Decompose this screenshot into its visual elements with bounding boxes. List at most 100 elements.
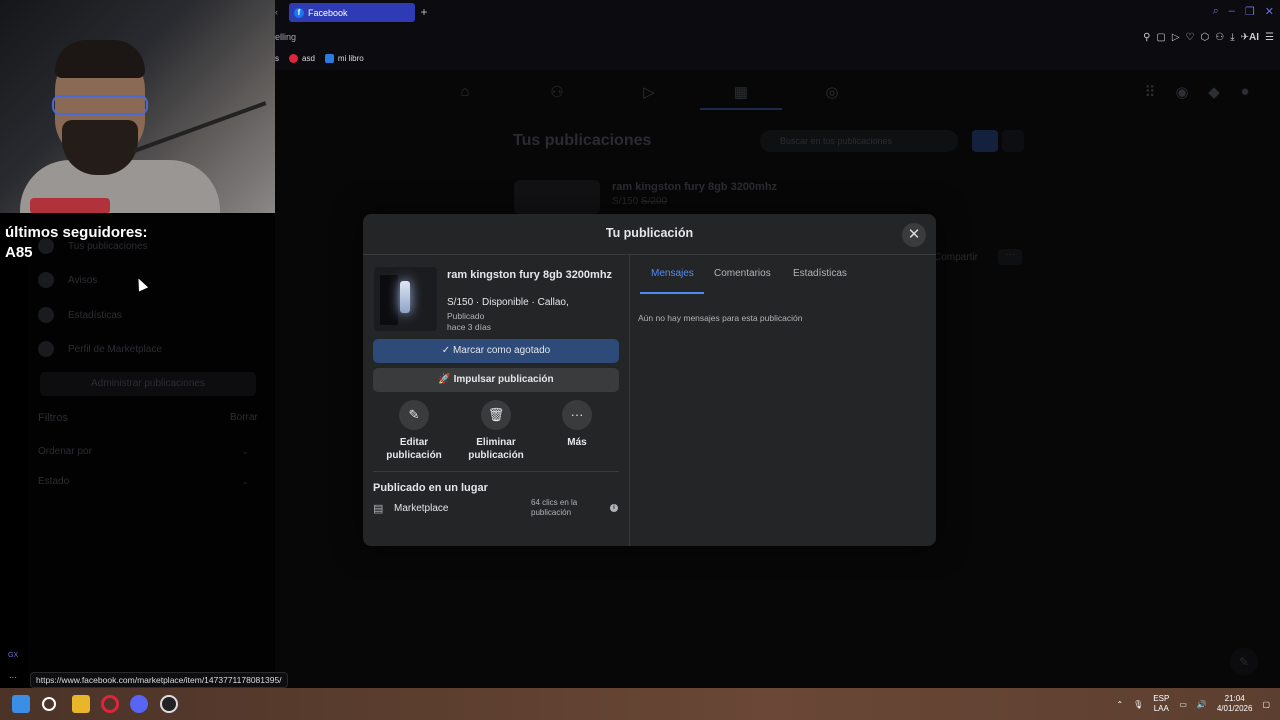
listing-time: hace 3 días xyxy=(447,322,491,332)
compose-icon[interactable]: ✎ xyxy=(1230,648,1258,676)
divider xyxy=(373,471,619,472)
language-indicator[interactable]: ESP LAA xyxy=(1153,694,1169,714)
clock[interactable]: 21:04 4/01/2026 xyxy=(1217,694,1253,714)
sidebar-item-estadisticas[interactable]: Estadísticas xyxy=(38,307,122,323)
status-select[interactable]: Estado xyxy=(38,476,69,487)
groups-icon[interactable]: ◎ xyxy=(823,83,841,101)
avatar[interactable]: ● xyxy=(1236,83,1254,101)
grid-view-button[interactable] xyxy=(1002,130,1024,152)
sidebar-more-icon[interactable]: ··· xyxy=(9,673,17,682)
clear-filters-link[interactable]: Borrar xyxy=(230,412,258,423)
apps-grid-icon[interactable]: ⠿ xyxy=(1141,83,1159,101)
friends-icon[interactable]: ⚇ xyxy=(548,83,566,101)
webcam-mic-arm xyxy=(133,101,267,153)
active-tab-indicator xyxy=(640,292,704,294)
bookmark-item[interactable]: asd xyxy=(289,54,315,63)
followers-overlay: últimos seguidores: A85 xyxy=(5,223,148,263)
network-icon[interactable]: ▭ xyxy=(1179,700,1187,709)
manage-listings-button[interactable]: Administrar publicaciones xyxy=(40,372,256,396)
file-explorer-icon[interactable] xyxy=(72,695,90,713)
status-link-preview: https://www.facebook.com/marketplace/ite… xyxy=(30,672,288,688)
restore-icon[interactable]: ❐ xyxy=(1245,5,1255,18)
tab-title: Facebook xyxy=(308,7,348,18)
messenger-icon[interactable]: ◉ xyxy=(1173,83,1191,101)
tab-estadisticas[interactable]: Estadísticas xyxy=(793,268,847,279)
search-input[interactable]: Buscar en tus publicaciones xyxy=(760,130,958,152)
webcam-overlay xyxy=(0,0,275,213)
placed-heading: Publicado en un lugar xyxy=(373,482,488,494)
more-options-button[interactable]: ··· Más xyxy=(537,400,617,449)
share-button[interactable]: Compartir xyxy=(934,252,978,263)
discord-icon[interactable] xyxy=(130,695,148,713)
page-title: Tus publicaciones xyxy=(513,132,652,149)
bookmark-item[interactable]: s xyxy=(275,54,279,63)
listing-photo[interactable] xyxy=(374,267,437,331)
more-label: Más xyxy=(567,437,587,448)
boost-button[interactable]: 🚀 Impulsar publicación xyxy=(373,368,619,392)
info-icon[interactable]: i xyxy=(610,504,618,512)
photo-shadow xyxy=(380,275,398,325)
pin-icon[interactable]: ⚲ xyxy=(1143,32,1150,43)
mark-sold-button[interactable]: ✓ Marcar como agotado xyxy=(373,339,619,363)
marketplace-icon[interactable]: ▦ xyxy=(732,83,750,101)
divider xyxy=(363,254,936,255)
check-icon: ✓ xyxy=(441,345,453,356)
more-button[interactable]: ··· xyxy=(998,249,1022,265)
volume-icon[interactable]: 🔊 xyxy=(1197,700,1207,709)
followers-label: últimos seguidores: xyxy=(5,224,148,241)
listing-title[interactable]: ram kingston fury 8gb 3200mhz xyxy=(612,181,777,193)
sidebar-item-avisos[interactable]: Avisos xyxy=(38,272,97,288)
obs-icon[interactable] xyxy=(160,695,178,713)
mic-icon[interactable]: 🎙 xyxy=(1133,700,1143,709)
menu-icon[interactable]: ☰ xyxy=(1265,32,1274,43)
more-icon: ··· xyxy=(562,400,592,430)
marketplace-label: Marketplace xyxy=(394,503,449,514)
new-tab-button[interactable]: + xyxy=(418,5,430,19)
close-icon[interactable]: ✕ xyxy=(1265,5,1274,18)
play-icon[interactable]: ▷ xyxy=(1172,32,1180,43)
ai-button[interactable]: ✈AI xyxy=(1241,32,1259,43)
chart-icon xyxy=(38,307,54,323)
opera-gx-icon[interactable] xyxy=(101,695,119,713)
video-icon[interactable]: ▷ xyxy=(640,83,658,101)
tab-facebook[interactable]: f Facebook xyxy=(289,3,415,22)
search-icon[interactable]: ⌕ xyxy=(1213,5,1219,18)
listing-status: Publicado xyxy=(447,311,485,321)
delete-listing-button[interactable]: 🗑 Eliminar publicación xyxy=(456,400,536,462)
browser-toolbar: ⚲ ▢ ▷ ♡ ⬡ ⚇ ⤓ ✈AI ☰ xyxy=(1143,32,1274,43)
notification-icon[interactable]: ▢ xyxy=(1262,700,1270,709)
bookmark-item[interactable]: mi libro xyxy=(324,54,364,63)
listing-title[interactable]: ram kingston fury 8gb 3200mhz xyxy=(447,269,622,282)
close-button[interactable]: ✕ xyxy=(902,223,926,247)
extensions-icon[interactable]: ⬡ xyxy=(1201,32,1210,43)
tab-comentarios[interactable]: Comentarios xyxy=(714,268,771,279)
modal-title: Tu publicación xyxy=(605,226,694,240)
webcam-hair xyxy=(55,40,145,78)
tab-mensajes[interactable]: Mensajes xyxy=(651,268,694,279)
address-bar[interactable]: elling xyxy=(275,32,296,42)
search-icon[interactable] xyxy=(42,697,56,711)
sidebar-item-perfil[interactable]: Perfil de Marketplace xyxy=(38,341,162,357)
download-icon[interactable]: ⤓ xyxy=(1230,32,1234,43)
divider xyxy=(629,255,630,546)
chevron-up-icon[interactable]: ⌃ xyxy=(1116,700,1123,709)
minimize-icon[interactable]: – xyxy=(1229,5,1235,18)
bell-icon[interactable]: ◆ xyxy=(1205,83,1223,101)
edit-listing-button[interactable]: ✎ Editar publicación xyxy=(374,400,454,462)
followers-name: A85 xyxy=(5,244,33,261)
back-arrow-icon[interactable]: ‹ xyxy=(275,7,278,17)
megaphone-icon xyxy=(38,272,54,288)
heart-icon[interactable]: ♡ xyxy=(1186,32,1195,43)
opera-icon xyxy=(289,54,298,63)
window-controls: ⌕ – ❐ ✕ xyxy=(1213,5,1274,18)
sort-by-select[interactable]: Ordenar por xyxy=(38,446,92,457)
windows-start-icon[interactable] xyxy=(12,695,30,713)
bookmarks-bar: s asd mi libro xyxy=(275,54,364,63)
listing-thumbnail[interactable] xyxy=(514,180,600,214)
empty-messages-text: Aún no hay mensajes para esta publicació… xyxy=(638,313,803,323)
account-icon[interactable]: ⚇ xyxy=(1215,32,1224,43)
delete-label: Eliminar publicación xyxy=(468,437,524,461)
home-icon[interactable]: ⌂ xyxy=(456,83,474,101)
list-view-button[interactable] xyxy=(972,130,998,152)
snapshot-icon[interactable]: ▢ xyxy=(1156,32,1165,43)
